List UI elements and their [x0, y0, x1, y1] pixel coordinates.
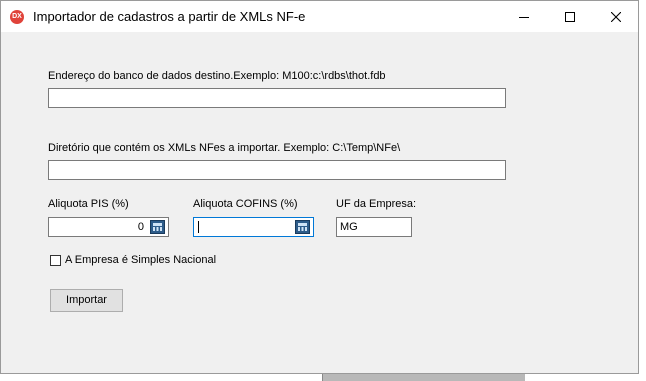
uf-input[interactable]: MG — [336, 217, 412, 237]
uf-label: UF da Empresa: — [336, 198, 417, 210]
title-bar[interactable]: DX Importador de cadastros a partir de X… — [1, 1, 638, 32]
close-button[interactable] — [593, 1, 639, 32]
cofins-input[interactable] — [193, 217, 314, 237]
calculator-icon[interactable] — [295, 220, 310, 234]
app-icon: DX — [10, 10, 24, 24]
db-path-input[interactable] — [48, 88, 506, 108]
pis-value: 0 — [137, 221, 144, 233]
simples-nacional-label: A Empresa é Simples Nacional — [65, 254, 217, 266]
db-path-label: Endereço do banco de dados destino.Exemp… — [48, 70, 386, 82]
maximize-icon — [565, 11, 575, 22]
text-caret — [198, 221, 199, 233]
minimize-icon — [519, 16, 529, 18]
minimize-button[interactable] — [501, 1, 547, 32]
import-button[interactable]: Importar — [50, 289, 123, 312]
background-window-edge — [322, 374, 525, 381]
cofins-label: Aliquota COFINS (%) — [193, 198, 298, 210]
xml-dir-label: Diretório que contém os XMLs NFes a impo… — [48, 142, 401, 154]
close-icon — [611, 11, 621, 22]
pis-label: Aliquota PIS (%) — [48, 198, 129, 210]
xml-dir-input[interactable] — [48, 160, 506, 180]
window-title: Importador de cadastros a partir de XMLs… — [33, 9, 306, 24]
simples-nacional-checkbox[interactable] — [50, 255, 61, 266]
main-window: DX Importador de cadastros a partir de X… — [0, 0, 639, 374]
pis-input[interactable]: 0 — [48, 217, 169, 237]
maximize-button[interactable] — [547, 1, 593, 32]
calculator-icon[interactable] — [150, 220, 165, 234]
